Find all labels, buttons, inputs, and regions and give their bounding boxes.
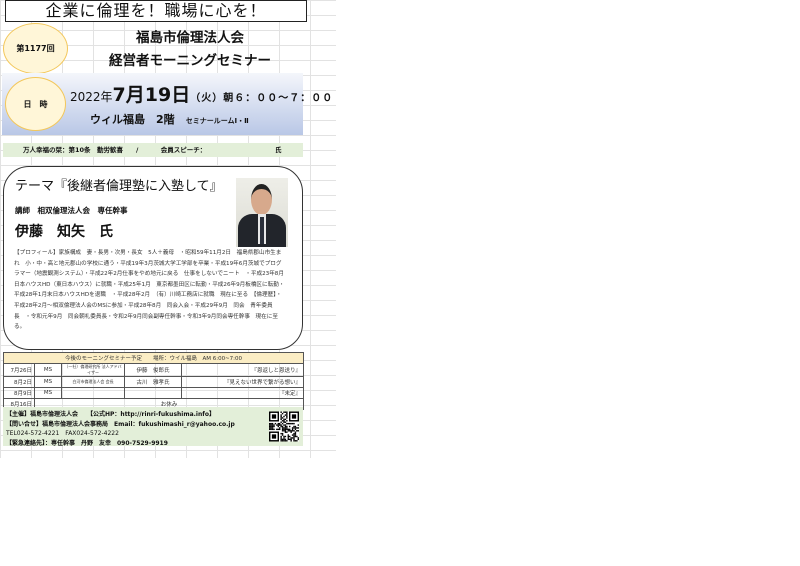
row-speaker: 伊藤 俊郎氏 <box>124 363 182 377</box>
datetime-badge: 日 時 <box>5 77 66 131</box>
slogan-banner: 企業に倫理を！職場に心を！ <box>5 0 307 22</box>
row-title: 『未定』 <box>181 387 304 399</box>
footer-host: 【主催】福島市倫理法人会 【公式HP：http://rinri-fukushim… <box>6 411 215 418</box>
lecturer-photo <box>236 178 288 247</box>
row-speaker <box>124 387 182 399</box>
info-row: 万人幸福の栞：第10条 勤労歓喜 / 会員スピーチ： 氏 <box>3 143 303 157</box>
theme-title: テーマ『後継者倫理塾に入塾して』 <box>15 179 223 194</box>
lecturer-title: 講師 相双倫理法人会 専任幹事 <box>15 206 128 215</box>
row-date: 8月9日 <box>3 387 35 399</box>
row-speaker: 古川 雅孝氏 <box>124 376 182 388</box>
lecturer-name: 伊藤 知矢 氏 <box>15 224 113 240</box>
row-org: （一社）倫理研究所 法人アドバイザー <box>61 363 125 377</box>
venue: ウィル福島 2階 セミナールームⅠ・Ⅱ <box>90 108 249 127</box>
row-type: MS <box>34 376 62 388</box>
shiori-text: 万人幸福の栞：第10条 勤労歓喜 / <box>23 146 139 154</box>
date-year: 2022年 <box>70 90 113 104</box>
speech-label: 会員スピーチ： <box>160 146 207 154</box>
speech-suffix: 氏 <box>275 146 282 154</box>
qr-code <box>269 411 299 442</box>
venue-main: ウィル福島 2階 <box>90 113 175 126</box>
row-date: 8月2日 <box>3 376 35 388</box>
event-date: 2022年7月19日（火）朝６：００～７：００ <box>70 80 332 107</box>
footer-emergency: 【緊急連絡先】：専任幹事 丹野 友幸 090-7529-9919 <box>6 439 168 447</box>
schedule-header: 今後のモーニングセミナー予定 場所：ウイル福島 AM 6:00~7:00 <box>3 352 304 364</box>
row-org: 白河市倫理法人会 会長 <box>61 376 125 388</box>
footer-info: 【主催】福島市倫理法人会 【公式HP：http://rinri-fukushim… <box>3 407 303 447</box>
row-type: MS <box>34 387 62 399</box>
row-title: 『恩返しと恩送り』 <box>181 363 304 377</box>
row-title: 『見えない世界で繋がる想い』 <box>181 376 304 388</box>
org-name: 福島市倫理法人会 <box>136 30 244 46</box>
table-row: 7月26日 MS （一社）倫理研究所 法人アドバイザー 伊藤 俊郎氏 『恩返しと恩送り』 <box>3 363 304 377</box>
row-type: MS <box>34 363 62 377</box>
venue-room: セミナールームⅠ・Ⅱ <box>185 117 249 125</box>
table-row: 8月9日 MS 『未定』 <box>3 387 304 399</box>
footer-tel: TEL024-572-4221 FAX024-572-4222 <box>6 430 119 437</box>
session-badge: 第1177回 <box>3 23 68 74</box>
row-date: 7月26日 <box>3 363 35 377</box>
profile-text: 【プロフィール】家族構成 妻・長男・次男・長女 5人＋義母 ・昭和59年11月2… <box>14 250 290 331</box>
schedule-table: 今後のモーニングセミナー予定 場所：ウイル福島 AM 6:00~7:00 7月2… <box>3 352 304 410</box>
event-title: 経営者モーニングセミナー <box>109 53 271 69</box>
date-time: （火）朝６：００～７：００ <box>190 93 334 104</box>
footer-contact: 【問い合せ】福島市倫理法人会事務局 Email：fukushimashi_r@y… <box>6 420 235 428</box>
table-row: 8月2日 MS 白河市倫理法人会 会長 古川 雅孝氏 『見えない世界で繋がる想い』 <box>3 376 304 388</box>
date-day: 7月19日 <box>112 84 191 106</box>
row-org <box>61 387 125 399</box>
